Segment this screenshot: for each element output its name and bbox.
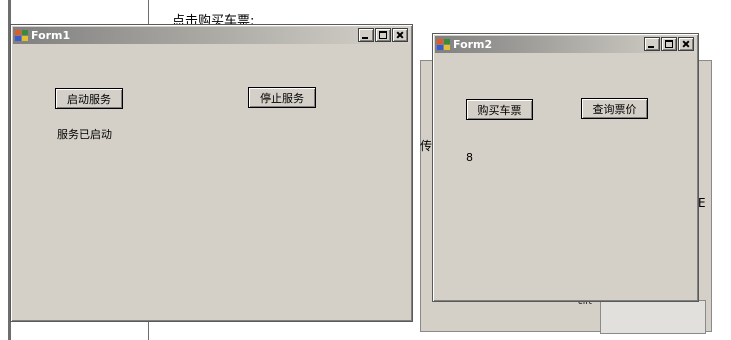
- close-icon[interactable]: [678, 37, 694, 51]
- background-gray-panel: [600, 300, 706, 334]
- form1-titlebar[interactable]: Form1: [13, 27, 410, 44]
- query-price-button[interactable]: 查询票价: [581, 98, 648, 119]
- form2-title: Form2: [453, 38, 493, 51]
- form1-title: Form1: [31, 29, 71, 42]
- app-icon: [437, 38, 450, 51]
- background-partial-text-right: E: [698, 196, 706, 210]
- minimize-icon[interactable]: [644, 37, 660, 51]
- minimize-icon[interactable]: [358, 28, 374, 42]
- service-status-label: 服务已启动: [57, 128, 112, 141]
- form2-window: Form2 购买车票 查询票价 8: [432, 33, 699, 302]
- background-partial-button-text: 传: [420, 139, 433, 153]
- buy-ticket-button[interactable]: 购买车票: [466, 99, 533, 120]
- form1-window: Form1 启动服务 停止服务 服务已启动: [10, 24, 413, 322]
- maximize-icon[interactable]: [375, 28, 391, 42]
- stop-service-button[interactable]: 停止服务: [248, 87, 316, 108]
- start-service-button[interactable]: 启动服务: [55, 88, 123, 109]
- form2-titlebar[interactable]: Form2: [435, 36, 696, 53]
- ticket-count-label: 8: [466, 151, 473, 164]
- app-icon: [15, 29, 28, 42]
- close-icon[interactable]: [392, 28, 408, 42]
- maximize-icon[interactable]: [661, 37, 677, 51]
